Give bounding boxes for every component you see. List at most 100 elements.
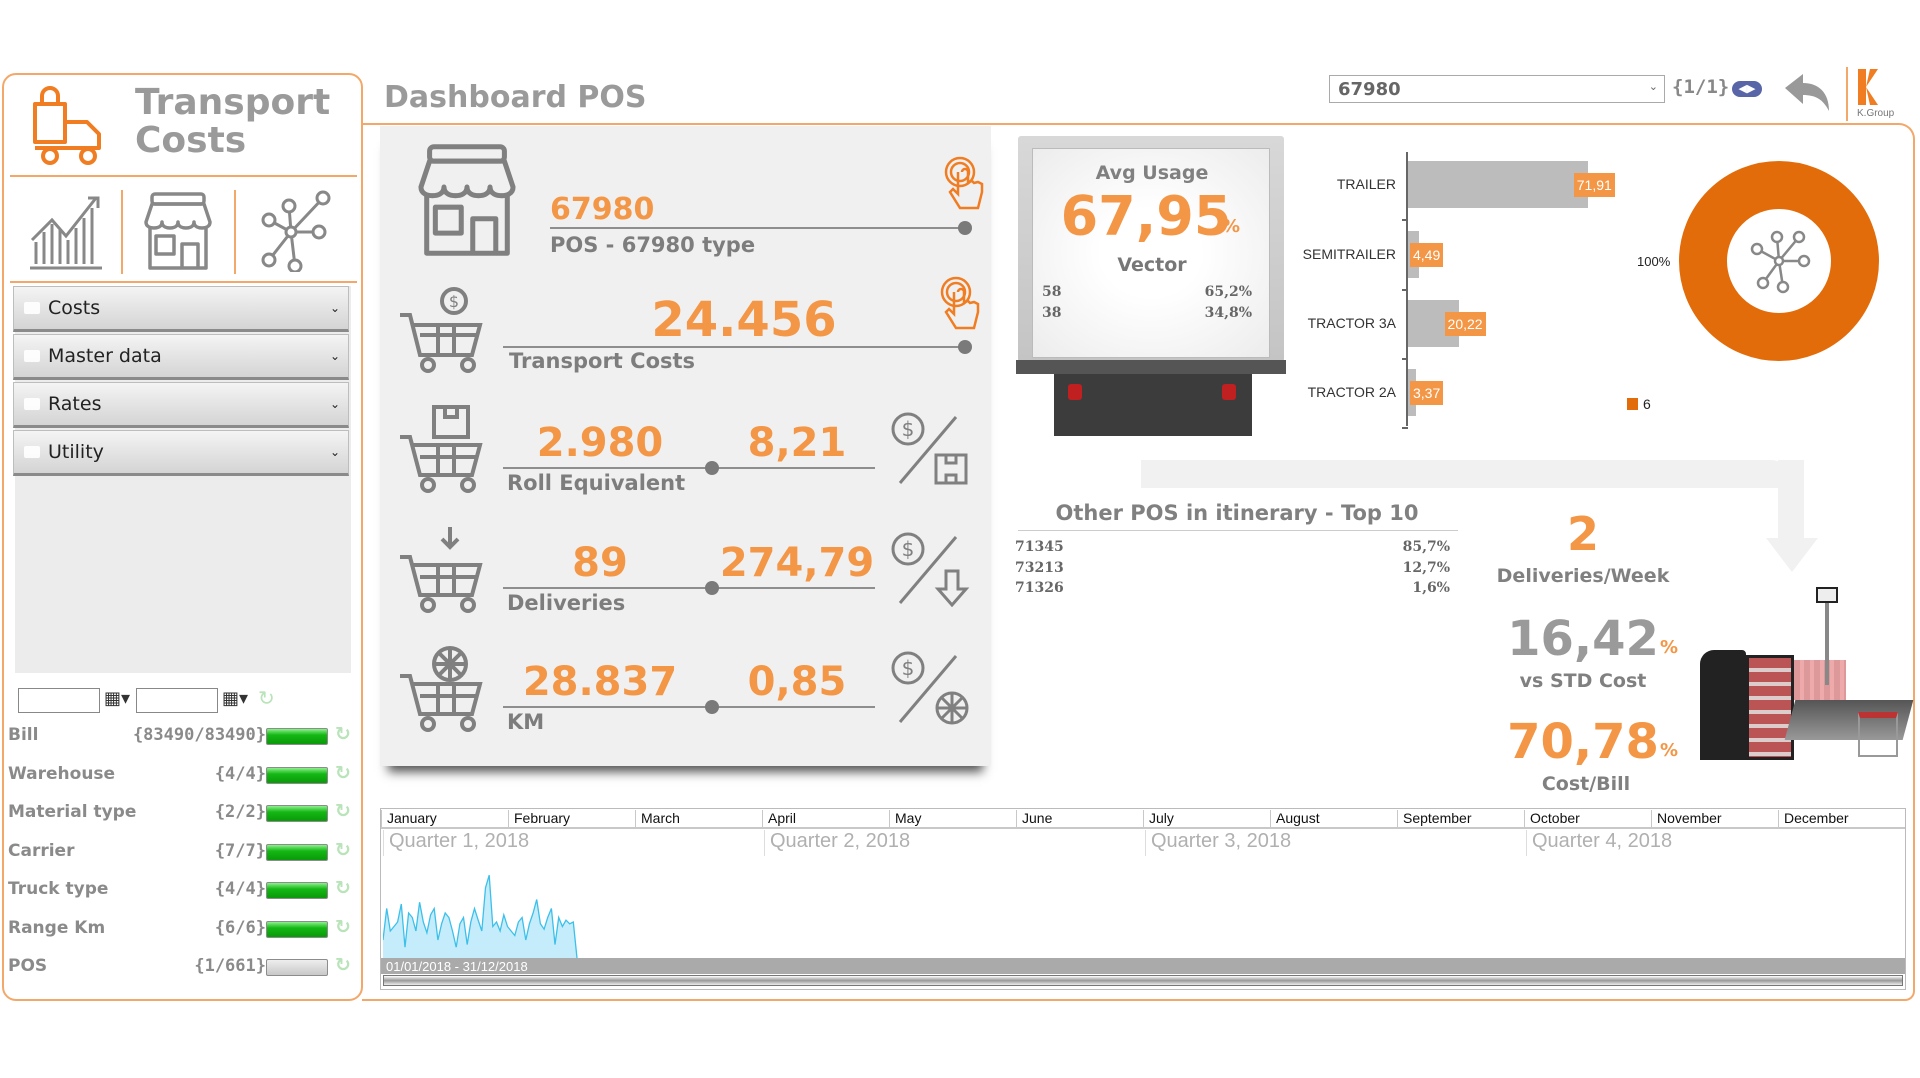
bar-category-label: TRACTOR 2A [1307,384,1396,400]
menu-item-utility[interactable]: Utility ⌄ [13,430,349,476]
touch-hand-icon[interactable] [944,156,984,210]
cart-wheel-icon [398,642,486,732]
filter-label: Warehouse [8,763,116,784]
filter-row[interactable]: POS {1/661} ↻ [8,954,358,980]
filter-row[interactable]: Carrier {7/7} ↻ [8,839,358,865]
bar-value-label: 20,22 [1444,312,1486,336]
month-label[interactable]: August [1270,810,1397,827]
month-label[interactable]: January [381,810,508,827]
month-label[interactable]: June [1016,810,1143,827]
reset-icon[interactable]: ↻ [335,839,351,861]
menu-item-rates[interactable]: Rates ⌄ [13,382,349,428]
filter-row[interactable]: Material type {2/2} ↻ [8,800,358,826]
month-label[interactable]: December [1778,810,1905,827]
dot [958,340,972,354]
axis-tick [1402,358,1408,360]
svg-text:$: $ [449,292,459,311]
menu-item-master-data[interactable]: Master data ⌄ [13,334,349,380]
other-pos-row[interactable]: 71345 85,7% [1015,539,1450,557]
folder-icon [24,302,40,314]
usage-pct: 34,8% [1204,305,1252,321]
cost-per-down-icon: $ [890,531,970,611]
quarter-label[interactable]: Quarter 4, 2018 [1526,830,1672,856]
reset-date-icon[interactable]: ↻ [258,686,275,710]
filter-label: Carrier [8,840,75,861]
checkout-fridge [1700,650,1746,760]
transport-costs-label: Transport Costs [509,349,696,373]
bar-category-label: TRAILER [1336,176,1396,192]
divider [10,281,357,283]
divider [550,227,963,229]
month-label[interactable]: February [508,810,635,827]
menu-label: Utility [48,441,104,463]
chevron-down-icon: ⌄ [329,445,340,459]
axis-tick [1402,427,1408,429]
store-icon[interactable] [140,190,216,272]
filter-row[interactable]: Range Km {6/6} ↻ [8,916,358,942]
selection-bar [266,959,328,976]
reset-icon[interactable]: ↻ [335,723,351,745]
bar-category-label: SEMITRAILER [1302,246,1396,262]
dot [705,700,719,714]
pos-search-select[interactable]: 67980 ⌄ [1329,75,1665,103]
pos-pct: 85,7% [1402,539,1450,555]
svg-text:$: $ [902,537,915,561]
timeline-months: January February March April May June July Augu… [381,810,1905,829]
divider [503,586,875,589]
month-label[interactable]: April [762,810,889,827]
reset-icon[interactable]: ↻ [335,954,351,976]
prev-next-icon[interactable]: ◀▶ [1732,81,1762,97]
quarter-label[interactable]: Quarter 2, 2018 [764,830,910,856]
month-label[interactable]: November [1651,810,1778,827]
filter-row[interactable]: Truck type {4/4} ↻ [8,877,358,903]
checkout-lamp [1816,587,1838,603]
avg-usage-value: 67,95 [1060,184,1232,248]
truck-light [1068,384,1082,400]
svg-text:$: $ [902,656,915,680]
app-title: Transport Costs [135,84,330,160]
chart-growth-icon[interactable] [28,190,104,272]
truck-bumper [1016,360,1286,374]
filter-label: POS [8,956,48,976]
quarter-label[interactable]: Quarter 3, 2018 [1145,830,1291,856]
chevron-down-icon: ⌄ [329,301,340,315]
month-label[interactable]: September [1397,810,1524,827]
usage-pct: 65,2% [1204,284,1252,300]
filter-count: {4/4} [214,763,266,784]
network-icon[interactable] [255,190,335,272]
dot [705,580,719,595]
calendar-icon[interactable]: ▦▾ [104,688,130,709]
timeline-scrollbar[interactable] [383,975,1903,986]
app-title-line1: Transport [135,82,331,123]
calendar-icon[interactable]: ▦▾ [222,688,248,709]
reset-icon[interactable]: ↻ [335,877,351,899]
menu-item-costs[interactable]: Costs ⌄ [13,286,349,332]
reset-icon[interactable]: ↻ [335,762,351,784]
reset-icon[interactable]: ↻ [335,800,351,822]
bar [1408,161,1588,208]
cart-down-icon [398,523,486,613]
km-label: KM [507,710,545,734]
deliveries-label: Deliveries [507,590,626,615]
date-from-input[interactable] [18,688,100,713]
other-pos-row[interactable]: 73213 12,7% [1015,560,1450,578]
date-to-input[interactable] [136,688,218,713]
month-label[interactable]: July [1143,810,1270,827]
divider [10,175,357,177]
logo-text: K.Group [1857,108,1895,119]
other-pos-row[interactable]: 71326 1,6% [1015,580,1450,598]
filter-row[interactable]: Bill {83490/83490} ↻ [8,723,358,749]
quarter-label[interactable]: Quarter 1, 2018 [383,830,529,856]
filter-row[interactable]: Warehouse {4/4} ↻ [8,762,358,788]
filter-count: {2/2} [214,802,266,822]
bar-value-label: 4,49 [1410,243,1444,267]
divider [1846,67,1848,121]
back-arrow-icon[interactable] [1783,72,1831,112]
reset-icon[interactable]: ↻ [335,916,351,938]
month-label[interactable]: May [889,810,1016,827]
month-label[interactable]: March [635,810,762,827]
divider [503,346,963,348]
month-label[interactable]: October [1524,810,1651,827]
chevron-down-icon: ⌄ [329,397,340,411]
touch-hand-icon[interactable] [940,276,980,330]
